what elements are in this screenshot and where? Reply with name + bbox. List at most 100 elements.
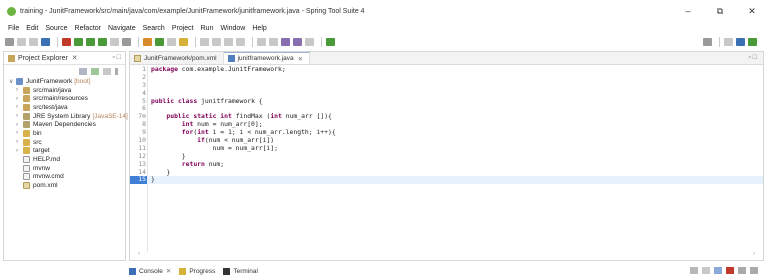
tree-item[interactable]: mvnw <box>9 164 125 173</box>
horizontal-scrollbar[interactable]: ‹ › <box>138 251 755 257</box>
close-button[interactable]: ✕ <box>736 0 768 22</box>
save-icon[interactable] <box>17 38 26 46</box>
tree-item[interactable]: › bin <box>9 129 125 138</box>
panel-maximize-icon[interactable] <box>750 267 758 274</box>
code-line[interactable]: 13 return num; <box>130 160 763 169</box>
filter-icon[interactable] <box>103 67 111 75</box>
panel-minimize-maximize-icon[interactable]: ▫ □ <box>112 54 121 61</box>
tab-label: junitframework.java <box>237 55 294 62</box>
last-edit-location-icon[interactable] <box>281 38 290 46</box>
view-menu-icon[interactable] <box>115 67 118 75</box>
new-icon[interactable] <box>5 38 14 46</box>
open-perspective-icon[interactable] <box>724 38 733 46</box>
tab-junitframework-java[interactable]: junitframework.java ✕ <box>223 52 311 64</box>
debug-icon[interactable] <box>74 38 83 46</box>
menu-window[interactable]: Window <box>220 25 245 32</box>
expand-chevron-icon[interactable]: › <box>16 113 23 119</box>
menu-edit[interactable]: Edit <box>26 25 38 32</box>
tree-item[interactable]: › Maven Dependencies <box>9 120 125 129</box>
minimize-button[interactable]: – <box>672 0 704 22</box>
tree-item[interactable]: › src <box>9 138 125 147</box>
tab-close-icon[interactable]: ✕ <box>166 267 171 275</box>
back-icon[interactable] <box>293 38 302 46</box>
tab-progress[interactable]: Progress <box>179 267 215 275</box>
project-explorer-close-icon[interactable]: ✕ <box>72 54 78 62</box>
search-tool-icon[interactable] <box>179 38 188 46</box>
tree-item[interactable]: ∨ JunitFramework [boot] <box>9 77 125 86</box>
pin-console-icon[interactable] <box>702 267 710 274</box>
menu-run[interactable]: Run <box>201 25 214 32</box>
code-line[interactable]: 14 } <box>130 168 763 177</box>
menu-navigate[interactable]: Navigate <box>108 25 136 32</box>
display-console-icon[interactable] <box>690 267 698 274</box>
code-line[interactable]: 11 num = num_arr[i]; <box>130 144 763 153</box>
expand-chevron-icon[interactable]: › <box>16 104 23 110</box>
block-selection-icon[interactable] <box>224 38 233 46</box>
external-tools-icon[interactable] <box>122 38 131 46</box>
expand-chevron-icon[interactable]: › <box>16 122 23 128</box>
debug-perspective-icon[interactable] <box>748 38 757 46</box>
project-explorer-title[interactable]: Project Explorer <box>18 55 68 62</box>
new-class-icon[interactable] <box>155 38 164 46</box>
code-line[interactable]: 15} <box>130 176 763 185</box>
code-line[interactable]: 5 public class junitframework { <box>130 97 763 106</box>
open-console-icon[interactable] <box>714 267 722 274</box>
expand-chevron-icon[interactable]: › <box>16 148 23 154</box>
menu-refactor[interactable]: Refactor <box>75 25 101 32</box>
maximize-button[interactable]: ⧉ <box>704 0 736 22</box>
save-all-icon[interactable] <box>29 38 38 46</box>
tree-item[interactable]: pom.xml <box>9 181 125 190</box>
link-with-editor-icon[interactable] <box>91 67 99 75</box>
menu-help[interactable]: Help <box>252 25 266 32</box>
tree-item[interactable]: › target <box>9 147 125 156</box>
scroll-left-icon[interactable]: ‹ <box>138 251 140 257</box>
forward-icon[interactable] <box>305 38 314 46</box>
show-whitespace-icon[interactable] <box>236 38 245 46</box>
code-line[interactable]: 1 package com.example.JunitFramework; <box>130 65 763 74</box>
code-line[interactable]: 3 <box>130 81 763 90</box>
annotation-icon[interactable] <box>212 38 221 46</box>
terminate-icon[interactable] <box>726 267 734 274</box>
console-view-icon[interactable] <box>41 38 50 46</box>
tree-item[interactable]: › src/test/java <box>9 103 125 112</box>
expand-chevron-icon[interactable]: › <box>16 139 23 145</box>
menu-project[interactable]: Project <box>172 25 194 32</box>
editor-minimize-maximize-icon[interactable]: ▫ □ <box>748 54 757 61</box>
run-icon[interactable] <box>86 38 95 46</box>
code-editor[interactable]: 1 package com.example.JunitFramework; 2 3 4 5… <box>130 65 763 252</box>
code-line[interactable]: 2 <box>130 73 763 82</box>
panel-minimize-icon[interactable] <box>738 267 746 274</box>
tab-terminal[interactable]: Terminal <box>223 267 258 275</box>
scroll-right-icon[interactable]: › <box>753 251 755 257</box>
search-icon[interactable] <box>703 38 712 46</box>
coverage-icon[interactable] <box>110 38 119 46</box>
stop-icon[interactable] <box>62 38 71 46</box>
previous-annotation-icon[interactable] <box>269 38 278 46</box>
toggle-mark-icon[interactable] <box>200 38 209 46</box>
tab-console[interactable]: Console ✕ <box>129 267 171 275</box>
tab-close-icon[interactable]: ✕ <box>298 55 303 63</box>
collapse-all-icon[interactable] <box>79 67 87 75</box>
tree-item-label: src/main/java <box>33 86 72 94</box>
menu-source[interactable]: Source <box>45 25 67 32</box>
menu-search[interactable]: Search <box>143 25 165 32</box>
java-perspective-icon[interactable] <box>736 38 745 46</box>
expand-chevron-icon[interactable]: › <box>16 130 23 136</box>
tab-label: Console <box>139 267 163 275</box>
tab-pom-xml[interactable]: JunitFramework/pom.xml <box>130 52 224 64</box>
new-java-package-icon[interactable] <box>143 38 152 46</box>
next-annotation-icon[interactable] <box>257 38 266 46</box>
tree-item[interactable]: › JRE System Library [JavaSE-14] <box>9 112 128 121</box>
spring-boot-dashboard-icon[interactable] <box>326 38 335 46</box>
tree-item[interactable]: HELP.md <box>9 155 125 164</box>
menu-file[interactable]: File <box>8 25 19 32</box>
expand-chevron-icon[interactable]: › <box>16 96 23 102</box>
run-as-icon[interactable] <box>98 38 107 46</box>
tree-item[interactable]: mvnw.cmd <box>9 173 125 182</box>
expand-chevron-icon[interactable]: › <box>16 87 23 93</box>
open-type-icon[interactable] <box>167 38 176 46</box>
code-line[interactable]: 12 } <box>130 152 763 161</box>
tree-item[interactable]: › src/main/java <box>9 86 125 95</box>
expand-chevron-icon[interactable]: ∨ <box>9 78 16 85</box>
tree-item[interactable]: › src/main/resources <box>9 94 125 103</box>
